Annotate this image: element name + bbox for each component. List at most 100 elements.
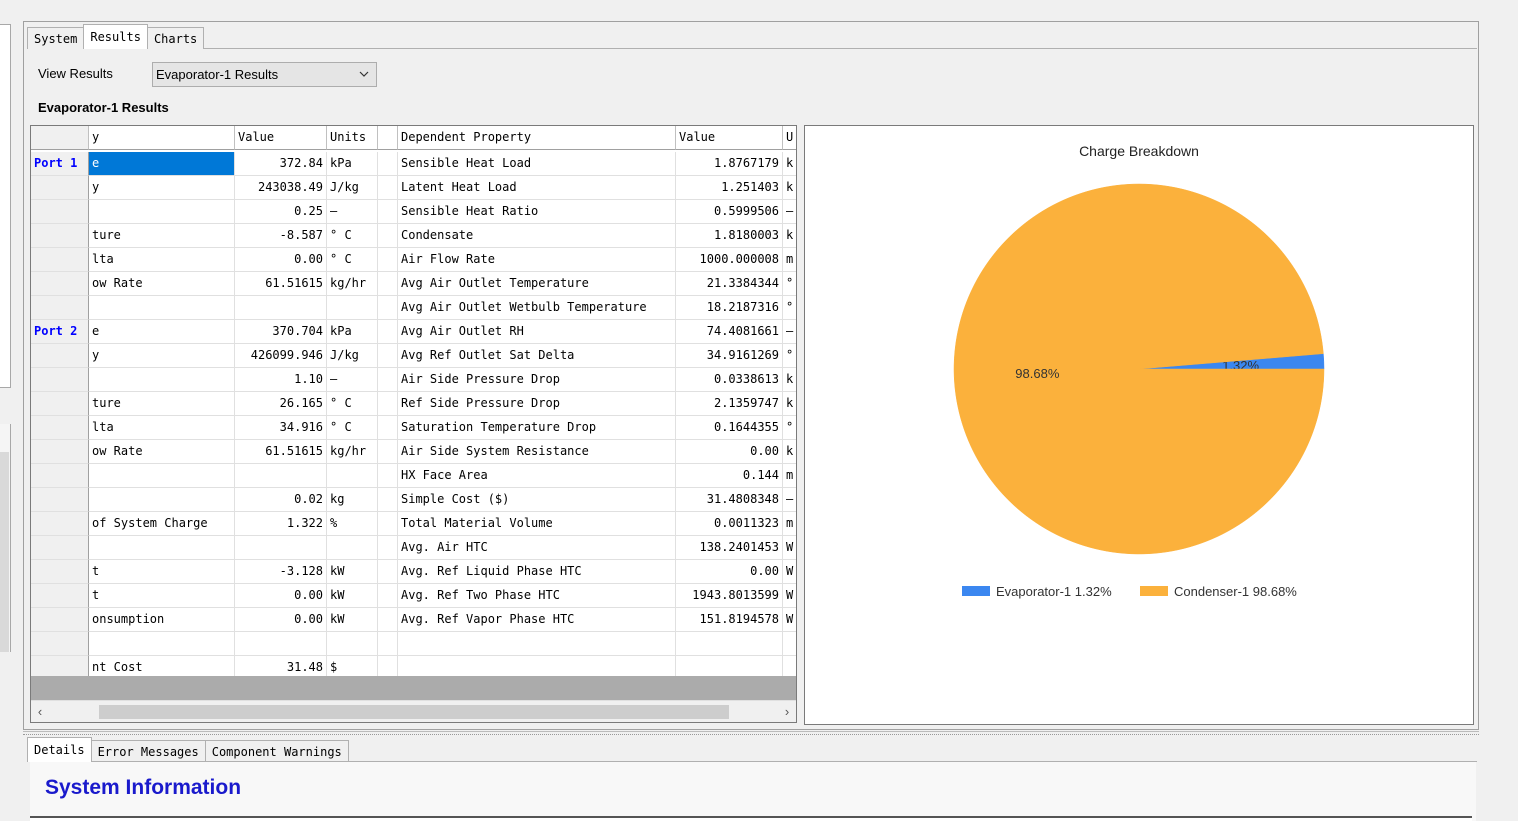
left-scrollbar-thumb[interactable] <box>0 452 9 652</box>
horizontal-scrollbar[interactable]: ‹ › <box>31 700 796 722</box>
cell-row-header[interactable] <box>31 176 89 200</box>
table-row[interactable]: Port 1 e 372.84 kPa Sensible Heat Load 1.8767… <box>31 152 796 176</box>
table-row[interactable]: ture -8.587 ° C Condensate 1.8180003 k <box>31 224 796 248</box>
table-row[interactable]: 0.02 kg Simple Cost ($) 31.4808348– <box>31 488 796 512</box>
cell-spacer[interactable] <box>378 584 398 608</box>
cell-dependent-property[interactable]: Avg Air Outlet RH <box>398 320 676 344</box>
cell-dependent-value[interactable]: 0.00 <box>676 440 783 464</box>
cell-property[interactable]: ture <box>89 392 235 416</box>
table-row[interactable]: 0.25– Sensible Heat Ratio 0.5999506– <box>31 200 796 224</box>
results-grid[interactable]: y Value Units Dependent Property Value U Port … <box>30 125 797 723</box>
cell-spacer[interactable] <box>378 536 398 560</box>
cell-spacer[interactable] <box>378 344 398 368</box>
cell-units[interactable]: J/kg <box>327 344 378 368</box>
cell-spacer[interactable] <box>378 296 398 320</box>
tab-results[interactable]: Results <box>83 24 148 49</box>
table-row[interactable]: ow Rate 61.51615 kg/hr Air Side System Resi… <box>31 440 796 464</box>
scrollbar-thumb[interactable] <box>99 705 729 719</box>
cell-value[interactable]: 26.165 <box>235 392 327 416</box>
cell-spacer[interactable] <box>378 224 398 248</box>
cell-spacer[interactable] <box>378 632 398 656</box>
cell-dependent-property[interactable]: Avg. Ref Liquid Phase HTC <box>398 560 676 584</box>
cell-units[interactable]: – <box>327 200 378 224</box>
cell-spacer[interactable] <box>378 272 398 296</box>
cell-value[interactable] <box>235 536 327 560</box>
cell-dependent-property[interactable]: Avg Ref Outlet Sat Delta <box>398 344 676 368</box>
table-row[interactable]: y 426099.946 J/kg Avg Ref Outlet Sat Delta 3… <box>31 344 796 368</box>
table-row[interactable]: onsumption 0.00 kW Avg. Ref Vapor Phase HTC… <box>31 608 796 632</box>
cell-units[interactable]: % <box>327 512 378 536</box>
cell-row-header[interactable] <box>31 224 89 248</box>
cell-row-header[interactable] <box>31 200 89 224</box>
cell-value[interactable] <box>235 632 327 656</box>
cell-units[interactable]: kPa <box>327 320 378 344</box>
table-row[interactable]: lta 0.00 ° C Air Flow Rate 1000.000008 m <box>31 248 796 272</box>
table-row[interactable]: y 243038.49 J/kg Latent Heat Load 1.251403 k <box>31 176 796 200</box>
cell-dependent-value[interactable]: 21.3384344 <box>676 272 783 296</box>
cell-property[interactable]: y <box>89 344 235 368</box>
cell-dependent-units[interactable]: k <box>783 392 796 416</box>
cell-units[interactable]: kW <box>327 608 378 632</box>
cell-spacer[interactable] <box>378 440 398 464</box>
cell-dependent-property[interactable]: Total Material Volume <box>398 512 676 536</box>
table-row[interactable]: 1.10– Air Side Pressure Drop 0.0338613 k <box>31 368 796 392</box>
cell-spacer[interactable] <box>378 512 398 536</box>
cell-value[interactable]: 61.51615 <box>235 272 327 296</box>
cell-dependent-value[interactable]: 0.1644355 <box>676 416 783 440</box>
cell-row-header[interactable] <box>31 296 89 320</box>
cell-dependent-units[interactable]: k <box>783 224 796 248</box>
cell-dependent-value[interactable]: 34.9161269 <box>676 344 783 368</box>
cell-units[interactable] <box>327 632 378 656</box>
cell-row-header[interactable] <box>31 392 89 416</box>
cell-dependent-value[interactable]: 151.8194578 <box>676 608 783 632</box>
cell-property[interactable]: e <box>89 320 235 344</box>
table-row[interactable]: Port 2 e 370.704 kPa Avg Air Outlet RH 74.408… <box>31 320 796 344</box>
cell-row-header[interactable] <box>31 512 89 536</box>
header-dependent-property[interactable]: Dependent Property <box>398 126 676 150</box>
cell-spacer[interactable] <box>378 608 398 632</box>
cell-spacer[interactable] <box>378 152 398 176</box>
cell-dependent-property[interactable]: Avg Air Outlet Temperature <box>398 272 676 296</box>
cell-spacer[interactable] <box>378 560 398 584</box>
cell-dependent-value[interactable]: 2.1359747 <box>676 392 783 416</box>
cell-dependent-value[interactable]: 0.00 <box>676 560 783 584</box>
cell-value[interactable]: 243038.49 <box>235 176 327 200</box>
cell-dependent-property[interactable]: Condensate <box>398 224 676 248</box>
cell-spacer[interactable] <box>378 368 398 392</box>
cell-property[interactable]: onsumption <box>89 608 235 632</box>
cell-dependent-property[interactable]: Sensible Heat Load <box>398 152 676 176</box>
cell-dependent-value[interactable]: 0.5999506 <box>676 200 783 224</box>
table-row[interactable]: ture 26.165 ° C Ref Side Pressure Drop 2.135… <box>31 392 796 416</box>
table-row[interactable]: Avg. Air HTC 138.2401453 W <box>31 536 796 560</box>
cell-property[interactable] <box>89 488 235 512</box>
cell-value[interactable] <box>235 296 327 320</box>
cell-dependent-value[interactable]: 1.8180003 <box>676 224 783 248</box>
cell-spacer[interactable] <box>378 176 398 200</box>
cell-dependent-property[interactable]: Avg. Air HTC <box>398 536 676 560</box>
table-row[interactable]: t 0.00 kW Avg. Ref Two Phase HTC 1943.801359… <box>31 584 796 608</box>
cell-dependent-value[interactable]: 1000.000008 <box>676 248 783 272</box>
cell-units[interactable]: kW <box>327 560 378 584</box>
cell-property[interactable] <box>89 536 235 560</box>
cell-property[interactable]: t <box>89 560 235 584</box>
cell-property[interactable] <box>89 632 235 656</box>
cell-dependent-property[interactable]: Avg Air Outlet Wetbulb Temperature <box>398 296 676 320</box>
cell-value[interactable]: -3.128 <box>235 560 327 584</box>
cell-units[interactable]: ° C <box>327 224 378 248</box>
cell-value[interactable]: -8.587 <box>235 224 327 248</box>
cell-spacer[interactable] <box>378 464 398 488</box>
cell-dependent-property[interactable]: Saturation Temperature Drop <box>398 416 676 440</box>
cell-value[interactable]: 370.704 <box>235 320 327 344</box>
cell-units[interactable]: ° C <box>327 416 378 440</box>
cell-dependent-property[interactable]: HX Face Area <box>398 464 676 488</box>
cell-dependent-units[interactable]: – <box>783 200 796 224</box>
cell-units[interactable]: J/kg <box>327 176 378 200</box>
table-row[interactable]: of System Charge 1.322% Total Material Vol… <box>31 512 796 536</box>
cell-dependent-value[interactable] <box>676 632 783 656</box>
header-property[interactable]: y <box>89 126 235 150</box>
cell-row-header[interactable] <box>31 584 89 608</box>
cell-property[interactable] <box>89 296 235 320</box>
cell-units[interactable]: kg/hr <box>327 272 378 296</box>
cell-dependent-value[interactable]: 1943.8013599 <box>676 584 783 608</box>
cell-spacer[interactable] <box>378 392 398 416</box>
